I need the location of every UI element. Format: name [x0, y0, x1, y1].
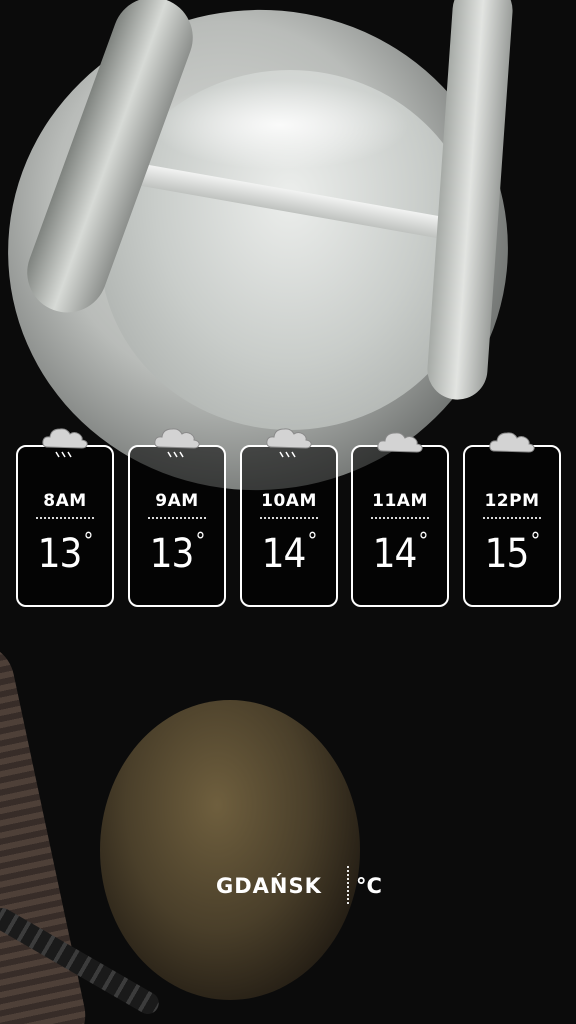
photo-foil-wrapper	[100, 700, 360, 1000]
divider	[483, 517, 541, 519]
divider	[36, 517, 94, 519]
forecast-card-frame: 10AM 14°	[240, 445, 338, 607]
divider	[148, 517, 206, 519]
forecast-card-frame: 9AM 13°	[128, 445, 226, 607]
forecast-temperature: 14°	[372, 529, 429, 577]
cloud-rain-icon	[42, 428, 88, 458]
forecast-card: 11AM 14°	[351, 425, 449, 610]
cloud-icon	[377, 432, 423, 453]
forecast-temperature: 13°	[37, 529, 94, 577]
cloud-icon	[489, 432, 535, 453]
forecast-time: 8AM	[43, 491, 87, 511]
cloud-rain-icon	[266, 428, 312, 458]
forecast-temperature: 15°	[484, 529, 541, 577]
forecast-time: 11AM	[372, 491, 428, 511]
divider	[260, 517, 318, 519]
forecast-card-frame: 12PM 15°	[463, 445, 561, 607]
forecast-time: 12PM	[484, 491, 540, 511]
photo-glare	[150, 80, 410, 170]
forecast-time: 9AM	[155, 491, 199, 511]
forecast-card-frame: 11AM 14°	[351, 445, 449, 607]
forecast-card: 9AM 13°	[128, 425, 226, 610]
forecast-temperature: 14°	[261, 529, 318, 577]
hourly-forecast: 8AM 13° 9AM 13° 10AM 14° 11AM 14° 12PM 1…	[0, 425, 576, 610]
location-bar: GDAŃSK °C	[0, 866, 576, 906]
forecast-time: 10AM	[261, 491, 317, 511]
forecast-card: 8AM 13°	[16, 425, 114, 610]
forecast-card: 12PM 15°	[463, 425, 561, 610]
cloud-rain-icon	[154, 428, 200, 458]
unit-toggle[interactable]: °C	[356, 874, 382, 898]
forecast-card-frame: 8AM 13°	[16, 445, 114, 607]
divider	[347, 866, 349, 904]
forecast-temperature: 13°	[149, 529, 206, 577]
forecast-card: 10AM 14°	[240, 425, 338, 610]
divider	[371, 517, 429, 519]
city-name[interactable]: GDAŃSK	[216, 874, 322, 898]
